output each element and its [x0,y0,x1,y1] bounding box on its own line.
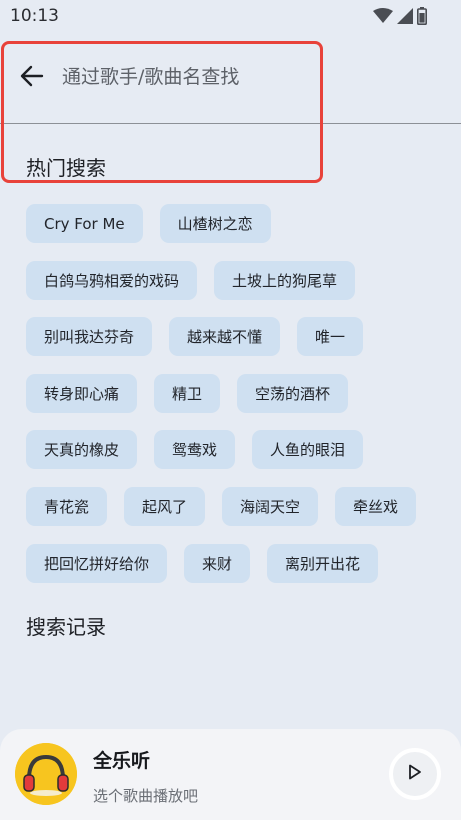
tag-row: 天真的橡皮 鸳鸯戏 人鱼的眼泪 [26,430,446,470]
hot-search-tag[interactable]: 空荡的酒杯 [237,373,349,413]
arrow-left-icon [20,65,44,91]
hot-search-tag[interactable]: Cry For Me [26,204,143,243]
player-hint: 选个歌曲播放吧 [93,787,199,805]
hot-search-tag[interactable]: 白鸽乌鸦相爱的戏码 [26,260,198,300]
hot-search-tag[interactable]: 把回忆拼好给你 [26,543,168,583]
status-icons [373,7,427,29]
hot-search-tag[interactable]: 来财 [184,543,251,583]
hot-search-tag[interactable]: 山楂树之恋 [159,204,271,243]
hot-search-tag[interactable]: 青花瓷 [26,486,108,526]
hot-search-tag[interactable]: 起风了 [124,486,206,526]
hot-search-tag[interactable]: 土坡上的狗尾草 [214,260,356,300]
hot-search-tag[interactable]: 越来越不懂 [169,317,281,357]
battery-icon [417,7,427,29]
hot-search-tag[interactable]: 离别开出花 [267,543,379,583]
tag-row: Cry For Me 山楂树之恋 [26,204,446,243]
status-time: 10:13 [10,6,59,26]
hot-search-tag[interactable]: 天真的橡皮 [26,430,138,470]
hot-search-tag[interactable]: 海阔天空 [222,486,319,526]
tag-row: 转身即心痛 精卫 空荡的酒杯 [26,373,446,413]
headphones-icon [15,743,77,805]
hot-search-tag[interactable]: 牵丝戏 [335,486,417,526]
hot-search-tag[interactable]: 鸳鸯戏 [154,430,236,470]
hot-search-tag[interactable]: 转身即心痛 [26,373,138,413]
mini-player[interactable]: 全乐听 选个歌曲播放吧 [0,729,461,820]
tag-row: 白鸽乌鸦相爱的戏码 土坡上的狗尾草 [26,260,446,300]
back-button[interactable] [18,64,46,92]
wifi-icon [373,8,393,28]
play-button[interactable] [389,748,441,800]
tag-row: 把回忆拼好给你 来财 离别开出花 [26,543,446,583]
album-cover [15,743,77,805]
hot-search-title: 热门搜索 [26,156,106,180]
hot-search-tag[interactable]: 别叫我达芬奇 [26,317,153,357]
play-icon [408,764,422,784]
hot-search-tag[interactable]: 精卫 [154,373,221,413]
search-input[interactable] [62,62,442,92]
divider [0,123,461,124]
hot-search-tags: Cry For Me 山楂树之恋 白鸽乌鸦相爱的戏码 土坡上的狗尾草 别叫我达芬奇 越来越… [26,204,446,600]
hot-search-tag[interactable]: 人鱼的眼泪 [252,430,364,470]
hot-search-tag[interactable]: 唯一 [297,317,364,357]
player-app-name: 全乐听 [93,750,151,772]
signal-icon [397,8,413,28]
tag-row: 青花瓷 起风了 海阔天空 牵丝戏 [26,486,446,526]
search-bar [0,52,461,102]
status-bar: 10:13 [0,0,461,32]
search-history-title: 搜索记录 [26,615,106,639]
tag-row: 别叫我达芬奇 越来越不懂 唯一 [26,317,446,357]
